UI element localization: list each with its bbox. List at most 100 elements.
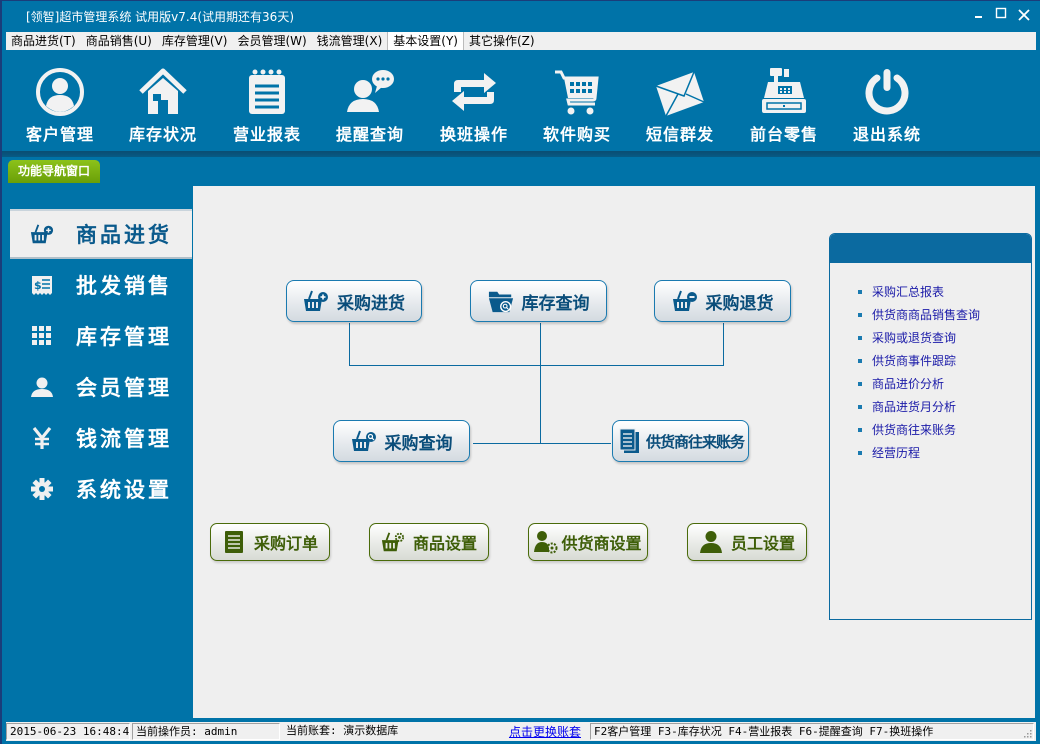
list-item: 供货商事件跟踪 bbox=[858, 349, 1031, 372]
sidebar-item-label: 系统设置 bbox=[76, 477, 172, 502]
title-bar: [领智]超市管理系统 试用版v7.4(试用期还有36天) bbox=[2, 1, 1040, 32]
toolbar-reminder-label: 提醒查询 bbox=[335, 125, 404, 144]
shopping-cart-icon bbox=[555, 70, 599, 115]
sidebar-item-purchase[interactable]: 商品进货 bbox=[10, 209, 192, 259]
status-shortcuts: F2客户管理 F3-库存状况 F4-营业报表 F6-提醒查询 F7-换班操作 bbox=[590, 723, 1034, 740]
list-item: 供货商往来账务 bbox=[858, 418, 1031, 441]
purchase-order-button[interactable]: 采购订单 bbox=[210, 523, 330, 561]
link-purchase-return-query[interactable]: 采购或退货查询 bbox=[872, 329, 956, 346]
toolbar-retail-label: 前台零售 bbox=[749, 125, 818, 144]
related-reports-header bbox=[830, 234, 1031, 263]
function-nav-tab[interactable]: 功能导航窗口 bbox=[8, 160, 100, 183]
stock-query-label: 库存查询 bbox=[521, 293, 590, 314]
menu-purchase[interactable]: 商品进货(T) bbox=[6, 32, 81, 50]
toolbar-stock-status-button[interactable]: 库存状况 bbox=[118, 66, 208, 146]
purchase-return-label: 采购退货 bbox=[705, 293, 774, 314]
list-item: 经营历程 bbox=[858, 441, 1031, 464]
supplier-accounts-button[interactable]: 供货商往来账务 bbox=[612, 420, 749, 462]
toolbar-sms-button[interactable]: 短信群发 bbox=[635, 66, 725, 146]
window-title: [领智]超市管理系统 试用版v7.4(试用期还有36天) bbox=[26, 10, 294, 24]
maximize-icon bbox=[995, 7, 1007, 19]
status-bar: 2015-06-23 16:48:46 当前操作员: admin 当前账套: 演… bbox=[6, 722, 1036, 741]
sidebar-item-system-settings[interactable]: 系统设置 bbox=[10, 463, 192, 514]
menu-cashflow[interactable]: 钱流管理(X) bbox=[312, 32, 388, 50]
menu-members[interactable]: 会员管理(W) bbox=[232, 32, 311, 50]
bullet-icon bbox=[858, 312, 862, 317]
resize-grip-icon[interactable] bbox=[1022, 728, 1034, 740]
list-item: 采购或退货查询 bbox=[858, 326, 1031, 349]
cash-register-icon bbox=[762, 68, 806, 113]
link-purchase-price-analysis[interactable]: 商品进价分析 bbox=[872, 375, 944, 392]
purchase-return-button[interactable]: 采购退货 bbox=[654, 280, 791, 322]
notepad-icon bbox=[249, 69, 285, 114]
flow-connector bbox=[349, 323, 350, 366]
link-purchase-summary[interactable]: 采购汇总报表 bbox=[872, 283, 944, 300]
menu-sales[interactable]: 商品销售(U) bbox=[81, 32, 157, 50]
sidebar-item-cashflow[interactable]: 钱流管理 bbox=[10, 412, 192, 463]
product-settings-button[interactable]: 商品设置 bbox=[369, 523, 489, 561]
link-supplier-sales-query[interactable]: 供货商商品销售查询 bbox=[872, 306, 980, 323]
purchase-stock-button[interactable]: 采购进货 bbox=[286, 280, 422, 322]
house-icon bbox=[139, 68, 187, 114]
basket-plus-icon bbox=[303, 288, 329, 314]
toolbar-buy-software-button[interactable]: 软件购买 bbox=[532, 66, 622, 146]
folder-search-icon bbox=[488, 288, 514, 314]
customer-icon bbox=[36, 68, 84, 116]
basket-gear-icon bbox=[381, 530, 405, 554]
document-icon bbox=[222, 530, 246, 554]
swap-arrows-icon bbox=[452, 73, 496, 111]
toolbar-sms-label: 短信群发 bbox=[645, 125, 714, 144]
minimize-icon bbox=[975, 16, 982, 18]
list-item: 商品进货月分析 bbox=[858, 395, 1031, 418]
list-item: 采购汇总报表 bbox=[858, 280, 1031, 303]
sidebar-item-wholesale[interactable]: $ 批发销售 bbox=[10, 259, 192, 310]
staff-settings-button[interactable]: 员工设置 bbox=[687, 523, 807, 561]
toolbar-customer-button[interactable]: 客户管理 bbox=[15, 66, 105, 146]
toolbar-retail-button[interactable]: 前台零售 bbox=[739, 66, 829, 146]
link-supplier-event-tracking[interactable]: 供货商事件跟踪 bbox=[872, 352, 956, 369]
list-item: 供货商商品销售查询 bbox=[858, 303, 1031, 326]
toolbar-reminder-button[interactable]: 提醒查询 bbox=[325, 66, 415, 146]
envelope-icon bbox=[655, 71, 705, 117]
sidebar-item-members[interactable]: 会员管理 bbox=[10, 361, 192, 412]
toolbar-buy-software-label: 软件购买 bbox=[542, 125, 611, 144]
related-reports-panel: 采购汇总报表 供货商商品销售查询 采购或退货查询 供货商事件跟踪 商品进价分析 … bbox=[829, 233, 1032, 620]
toolbar-exit-button[interactable]: 退出系统 bbox=[842, 66, 932, 146]
basket-search-icon bbox=[351, 428, 377, 454]
menu-inventory[interactable]: 库存管理(V) bbox=[157, 32, 233, 50]
close-icon bbox=[1018, 9, 1030, 21]
supplier-accounts-label: 供货商往来账务 bbox=[645, 432, 745, 451]
change-account-link[interactable]: 点击更换账套 bbox=[506, 723, 584, 740]
menu-basic-settings[interactable]: 基本设置(Y) bbox=[387, 32, 464, 50]
minimize-button[interactable] bbox=[970, 7, 988, 25]
related-reports-list: 采购汇总报表 供货商商品销售查询 采购或退货查询 供货商事件跟踪 商品进价分析 … bbox=[830, 263, 1031, 464]
maximize-button[interactable] bbox=[992, 7, 1010, 25]
link-supplier-accounts[interactable]: 供货商往来账务 bbox=[872, 421, 956, 438]
close-button[interactable] bbox=[1015, 7, 1033, 25]
toolbar-shift-button[interactable]: 换班操作 bbox=[429, 66, 519, 146]
purchase-query-button[interactable]: 采购查询 bbox=[333, 420, 470, 462]
bullet-icon bbox=[858, 289, 862, 294]
flow-connector bbox=[473, 443, 611, 444]
person-icon bbox=[699, 530, 723, 554]
toolbar-report-button[interactable]: 营业报表 bbox=[222, 66, 312, 146]
bullet-icon bbox=[858, 358, 862, 363]
user-gear-icon bbox=[534, 530, 558, 554]
toolbar-divider bbox=[2, 151, 1040, 157]
gear-icon bbox=[30, 477, 54, 501]
yen-icon bbox=[30, 426, 54, 450]
sidebar-item-inventory[interactable]: 库存管理 bbox=[10, 310, 192, 361]
menu-other[interactable]: 其它操作(Z) bbox=[464, 32, 540, 50]
grid-icon bbox=[30, 324, 54, 348]
supplier-settings-button[interactable]: 供货商设置 bbox=[528, 523, 648, 561]
link-monthly-purchase-analysis[interactable]: 商品进货月分析 bbox=[872, 398, 956, 415]
status-datetime: 2015-06-23 16:48:46 bbox=[6, 723, 130, 740]
link-business-history[interactable]: 经营历程 bbox=[872, 444, 920, 461]
flow-connector bbox=[540, 323, 541, 444]
main-toolbar: 客户管理 库存状况 营业报表 提醒查询 换班操作 软件购买 短信群发 前台零售 … bbox=[2, 51, 1040, 153]
user-chat-icon bbox=[347, 70, 394, 112]
svg-text:$: $ bbox=[34, 279, 42, 292]
stock-query-button[interactable]: 库存查询 bbox=[470, 280, 607, 322]
bullet-icon bbox=[858, 450, 862, 455]
sidebar-item-label: 钱流管理 bbox=[76, 426, 172, 451]
